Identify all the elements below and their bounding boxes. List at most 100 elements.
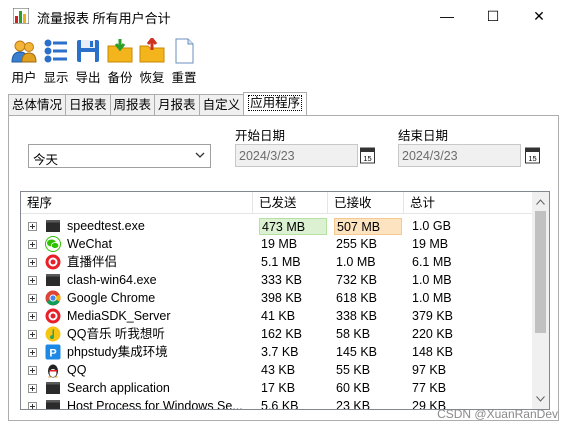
- tab-label: 总体情况: [12, 98, 63, 112]
- scroll-down-icon[interactable]: [536, 396, 545, 402]
- program-name-cell: Host Process for Windows Se...: [67, 399, 243, 410]
- calendar-day: 15: [528, 154, 536, 163]
- start-calendar-icon[interactable]: 15: [360, 144, 375, 167]
- backup-label: 备份: [107, 71, 133, 85]
- program-name-cell: 直播伴侣: [67, 255, 118, 269]
- scrollbar-thumb[interactable]: [535, 211, 546, 333]
- folder-down-icon: [107, 39, 133, 63]
- expand-row-icon[interactable]: [28, 312, 37, 321]
- reset-button[interactable]: 重置: [168, 36, 200, 86]
- sent-cell: 19 MB: [261, 237, 298, 251]
- received-cell: 618 KB: [336, 291, 378, 305]
- vertical-scrollbar[interactable]: [532, 192, 549, 409]
- close-button[interactable]: ✕: [516, 0, 562, 32]
- backup-button[interactable]: 备份: [104, 36, 136, 86]
- end-calendar-icon[interactable]: 15: [525, 144, 540, 167]
- received-cell: 145 KB: [336, 345, 378, 359]
- expand-row-icon[interactable]: [28, 240, 37, 249]
- tab-weekly[interactable]: 周报表: [109, 94, 156, 115]
- total-cell: 6.1 MB: [412, 255, 452, 269]
- restore-button[interactable]: 恢复: [136, 36, 168, 86]
- table-row[interactable]: 直播伴侣 5.1 MB 1.0 MB 6.1 MB: [21, 253, 532, 271]
- tab-label: 月报表: [158, 98, 196, 112]
- terminal-icon: [46, 220, 60, 232]
- minimize-button[interactable]: —: [424, 0, 470, 32]
- live-companion-icon: [45, 308, 61, 324]
- display-button[interactable]: 显示: [40, 36, 72, 86]
- received-cell: 255 KB: [336, 237, 378, 251]
- table-row[interactable]: clash-win64.exe 333 KB 732 KB 1.0 MB: [21, 271, 532, 289]
- tab-monthly[interactable]: 月报表: [154, 94, 200, 115]
- total-cell: 77 KB: [412, 381, 447, 395]
- total-cell: 220 KB: [412, 327, 454, 341]
- expand-row-icon[interactable]: [28, 258, 37, 267]
- total-cell: 19 MB: [412, 237, 449, 251]
- program-name-cell: Search application: [67, 381, 170, 395]
- table-row[interactable]: Pphpstudy集成环境 3.7 KB 145 KB 148 KB: [21, 343, 532, 361]
- table-row[interactable]: MediaSDK_Server 41 KB 338 KB 379 KB: [21, 307, 532, 325]
- column-header-total[interactable]: 总计: [404, 192, 532, 214]
- list-rows: speedtest.exe 473 MB 507 MB 1.0 GB WeChat 19 …: [21, 217, 532, 410]
- start-date-field[interactable]: 2024/3/23: [235, 144, 358, 167]
- users-button[interactable]: 用户: [8, 36, 40, 86]
- start-date-label: 开始日期: [235, 129, 286, 143]
- range-select-value: 今天: [33, 153, 59, 167]
- received-cell: 1.0 MB: [336, 255, 376, 269]
- scroll-up-icon[interactable]: [536, 199, 545, 205]
- program-name-cell: QQ音乐 听我想听: [67, 327, 165, 341]
- range-select[interactable]: 今天: [28, 144, 211, 168]
- program-name-cell: Google Chrome: [67, 291, 156, 305]
- list-header: 程序 已发送 已接收 总计: [21, 192, 532, 214]
- total-cell: 1.0 GB: [412, 219, 451, 233]
- total-cell: 379 KB: [412, 309, 454, 323]
- expand-row-icon[interactable]: [28, 330, 37, 339]
- expand-row-icon[interactable]: [28, 222, 37, 231]
- tab-label: 自定义: [202, 98, 241, 112]
- sent-cell: 333 KB: [261, 273, 303, 287]
- expand-row-icon[interactable]: [28, 366, 37, 375]
- total-cell: 1.0 MB: [412, 291, 452, 305]
- sent-cell: 43 KB: [261, 363, 296, 377]
- table-row[interactable]: WeChat 19 MB 255 KB 19 MB: [21, 235, 532, 253]
- sent-cell: 3.7 KB: [261, 345, 299, 359]
- display-label: 显示: [43, 71, 69, 85]
- expand-row-icon[interactable]: [28, 294, 37, 303]
- table-row[interactable]: QQ 43 KB 55 KB 97 KB: [21, 361, 532, 379]
- tab-label: 周报表: [113, 98, 152, 112]
- received-cell: 60 KB: [336, 381, 371, 395]
- tab-custom[interactable]: 自定义: [198, 94, 245, 115]
- program-name-cell: phpstudy集成环境: [67, 345, 168, 359]
- expand-row-icon[interactable]: [28, 348, 37, 357]
- column-header-received[interactable]: 已接收: [328, 192, 404, 214]
- export-button[interactable]: 导出: [72, 36, 104, 86]
- table-row[interactable]: Search application 17 KB 60 KB 77 KB: [21, 379, 532, 397]
- column-header-sent[interactable]: 已发送: [253, 192, 328, 214]
- expand-row-icon[interactable]: [28, 384, 37, 393]
- tab-applications[interactable]: 应用程序: [243, 92, 308, 115]
- wechat-icon: [45, 236, 61, 252]
- reset-label: 重置: [171, 71, 197, 85]
- received-cell: 58 KB: [336, 327, 371, 341]
- column-header-program[interactable]: 程序: [21, 192, 253, 214]
- table-row[interactable]: speedtest.exe 473 MB 507 MB 1.0 GB: [21, 217, 532, 235]
- save-disk-icon: [77, 40, 99, 62]
- blank-document-icon: [175, 38, 194, 64]
- users-icon: [11, 40, 37, 63]
- chrome-icon: [45, 290, 61, 306]
- terminal-icon: [46, 400, 60, 409]
- maximize-button[interactable]: ☐: [470, 0, 516, 32]
- application-traffic-list[interactable]: 程序 已发送 已接收 总计 speedtest.exe 473 MB 507 MB 1…: [20, 191, 550, 410]
- total-cell: 148 KB: [412, 345, 454, 359]
- expand-row-icon[interactable]: [28, 276, 37, 285]
- table-row[interactable]: QQ音乐 听我想听 162 KB 58 KB 220 KB: [21, 325, 532, 343]
- expand-row-icon[interactable]: [28, 402, 37, 409]
- tab-daily[interactable]: 日报表: [65, 94, 111, 115]
- restore-label: 恢复: [139, 71, 165, 85]
- end-date-field[interactable]: 2024/3/23: [398, 144, 521, 167]
- end-date-label: 结束日期: [398, 129, 449, 143]
- phpstudy-icon: P: [45, 344, 61, 360]
- sent-cell: 398 KB: [261, 291, 303, 305]
- program-name-cell: MediaSDK_Server: [67, 309, 171, 323]
- tab-overview[interactable]: 总体情况: [8, 94, 67, 115]
- table-row[interactable]: Google Chrome 398 KB 618 KB 1.0 MB: [21, 289, 532, 307]
